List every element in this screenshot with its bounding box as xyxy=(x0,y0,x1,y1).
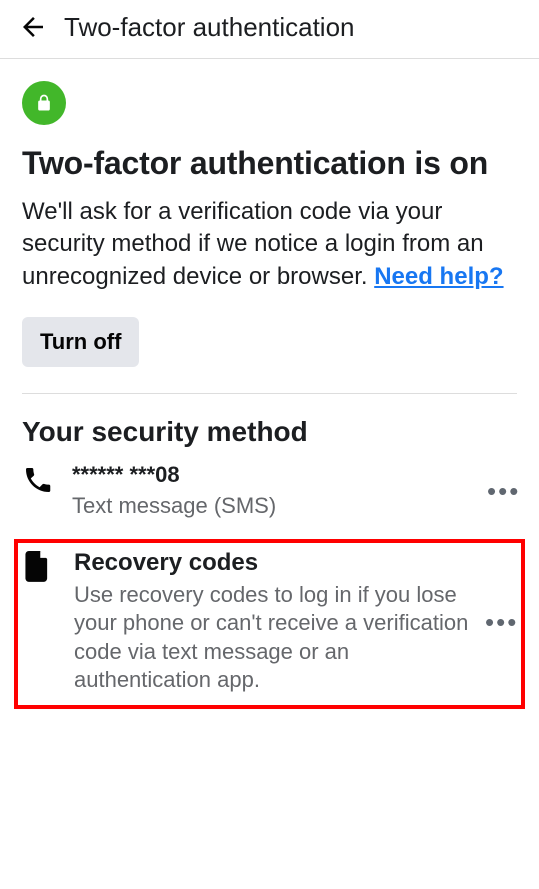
recovery-more-button[interactable]: ••• xyxy=(485,609,515,635)
phone-icon xyxy=(22,464,58,496)
page-title: Two-factor authentication xyxy=(64,12,355,43)
arrow-left-icon xyxy=(18,12,48,42)
turn-off-button[interactable]: Turn off xyxy=(22,317,139,367)
recovery-highlight: Recovery codes Use recovery codes to log… xyxy=(14,539,525,709)
phone-more-button[interactable]: ••• xyxy=(487,478,517,504)
phone-method-title: ****** ***08 xyxy=(72,462,487,488)
section-divider xyxy=(22,393,517,394)
method-row-recovery[interactable]: Recovery codes Use recovery codes to log… xyxy=(24,549,515,695)
document-icon xyxy=(24,551,60,583)
method-row-phone[interactable]: ****** ***08 Text message (SMS) ••• xyxy=(22,462,517,521)
phone-method-subtitle: Text message (SMS) xyxy=(72,492,487,521)
back-button[interactable] xyxy=(16,10,50,44)
main-description: We'll ask for a verification code via yo… xyxy=(22,196,517,293)
main-heading: Two-factor authentication is on xyxy=(22,145,517,182)
recovery-method-subtitle: Use recovery codes to log in if you lose… xyxy=(74,581,485,695)
lock-icon xyxy=(34,93,54,113)
methods-heading: Your security method xyxy=(22,416,517,448)
recovery-method-title: Recovery codes xyxy=(74,549,485,577)
status-badge xyxy=(22,81,66,125)
header-bar: Two-factor authentication xyxy=(0,0,539,59)
need-help-link[interactable]: Need help? xyxy=(374,263,503,290)
